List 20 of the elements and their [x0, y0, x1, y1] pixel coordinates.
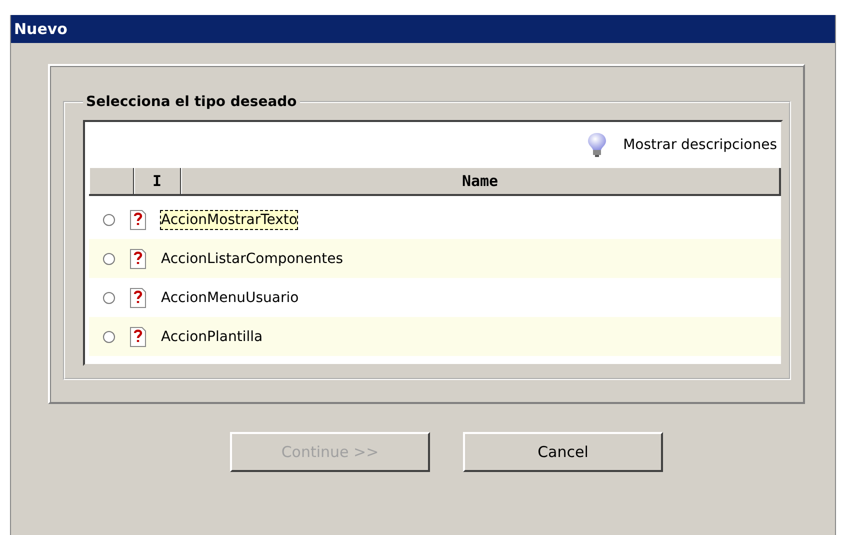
item-name[interactable]: AccionMostrarTexto: [160, 210, 298, 230]
lightbulb-icon[interactable]: [587, 132, 608, 158]
column-header[interactable]: [89, 168, 134, 194]
cancel-button[interactable]: Cancel: [463, 432, 663, 472]
unknown-file-icon: [130, 288, 146, 308]
column-header[interactable]: Name: [181, 168, 779, 194]
item-name[interactable]: AccionMenuUsuario: [160, 288, 300, 308]
item-name[interactable]: AccionListarComponentes: [160, 248, 344, 268]
radio-button[interactable]: [103, 214, 115, 226]
unknown-file-icon: [130, 248, 146, 268]
radio-button[interactable]: [103, 252, 115, 264]
column-header[interactable]: I: [134, 168, 181, 194]
item-name[interactable]: AccionPlantilla: [160, 326, 264, 346]
group-title: Selecciona el tipo deseado: [85, 94, 298, 110]
window-title: Nuevo: [14, 20, 68, 38]
unknown-file-icon: [130, 210, 146, 230]
radio-button[interactable]: [103, 330, 115, 342]
unknown-file-icon: [130, 326, 146, 346]
show-descriptions-link[interactable]: Mostrar descripciones: [623, 137, 777, 153]
radio-button[interactable]: [103, 292, 115, 304]
